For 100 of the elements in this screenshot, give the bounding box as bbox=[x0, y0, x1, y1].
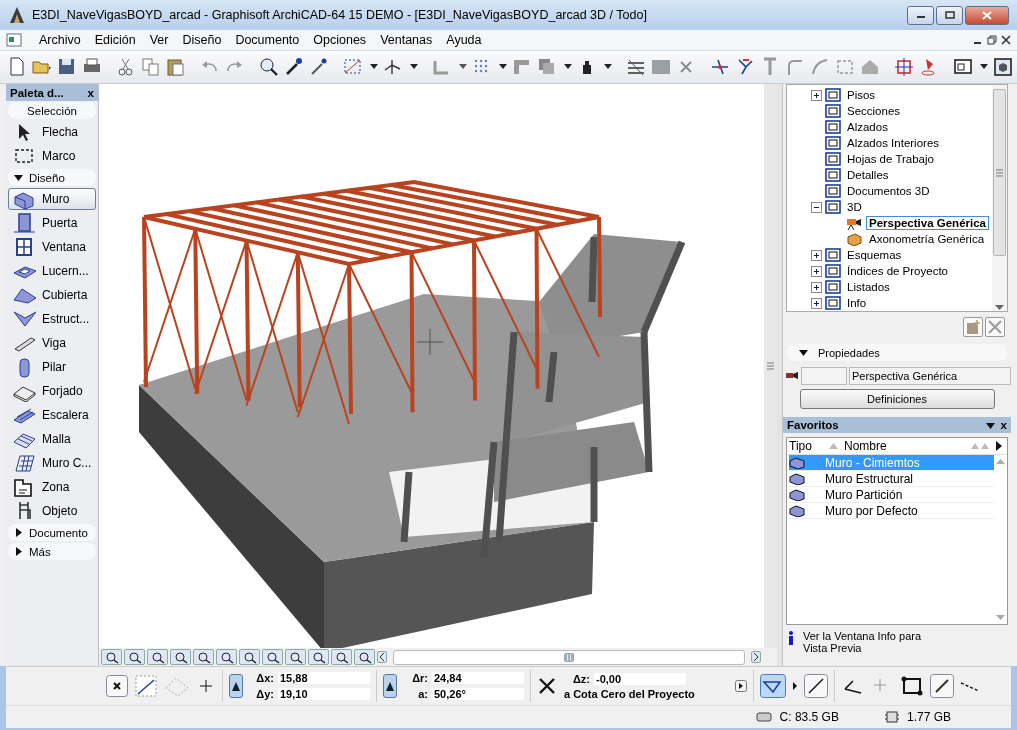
menu-item[interactable]: Archivo bbox=[32, 33, 88, 47]
tool-button[interactable]: Lucern... bbox=[8, 260, 96, 282]
disclosure-triangle-icon[interactable] bbox=[985, 420, 995, 430]
section-header[interactable]: Documento bbox=[8, 524, 96, 541]
expand-toggle[interactable] bbox=[811, 265, 822, 277]
tool-button[interactable]: Muro bbox=[8, 188, 96, 210]
tool-button[interactable]: Objeto bbox=[8, 500, 96, 522]
door-icon bbox=[13, 212, 36, 234]
new-view-icon[interactable] bbox=[963, 317, 983, 337]
zoom-icon[interactable] bbox=[258, 56, 280, 78]
tree-item[interactable]: Listados bbox=[844, 280, 893, 294]
section-label: Propiedades bbox=[818, 346, 880, 359]
close-button[interactable]: x bbox=[87, 86, 94, 99]
menu-item[interactable]: Opciones bbox=[306, 33, 374, 47]
view-type-icon bbox=[825, 120, 841, 134]
reference-level[interactable]: a Cota Cero del Proyecto bbox=[564, 688, 695, 700]
tree-item[interactable]: Alzados Interiores bbox=[844, 136, 943, 150]
menu-item[interactable]: Ventanas bbox=[373, 33, 440, 47]
coordinate-field[interactable]: 15,88 bbox=[278, 672, 370, 684]
tool-button[interactable]: Muro C... bbox=[8, 452, 96, 474]
tree-item[interactable]: Hojas de Trabajo bbox=[844, 152, 937, 166]
horizontal-scrollbar[interactable] bbox=[393, 649, 745, 665]
settings-button[interactable]: Definiciones bbox=[799, 389, 995, 409]
disclosure-triangle-icon bbox=[14, 547, 23, 556]
tree-item[interactable]: Alzados bbox=[844, 120, 891, 134]
section-header[interactable]: Diseño bbox=[8, 169, 96, 186]
tool-button[interactable]: Malla bbox=[8, 428, 96, 450]
view-type-icon bbox=[825, 264, 841, 278]
section-header[interactable]: Más bbox=[8, 543, 96, 560]
expand-toggle[interactable] bbox=[811, 201, 822, 213]
snap-selected-icon[interactable] bbox=[759, 674, 786, 698]
panel-title: Favoritos bbox=[787, 419, 840, 431]
rubber-band-icon[interactable] bbox=[134, 674, 158, 698]
expand-toggle[interactable] bbox=[811, 249, 822, 261]
name-field[interactable]: Perspectiva Genérica bbox=[849, 367, 1011, 385]
column-header[interactable]: Nombre bbox=[842, 439, 971, 453]
tree-item[interactable]: Axonometría Genérica bbox=[866, 232, 988, 246]
tree-item[interactable]: Perspectiva Genérica bbox=[866, 216, 989, 230]
restore-icon[interactable] bbox=[987, 35, 997, 45]
favorite-row[interactable]: Muro por Defecto bbox=[789, 503, 994, 519]
scroll-down-icon[interactable] bbox=[995, 305, 1004, 311]
coordinate-field[interactable]: 24,84 bbox=[432, 672, 524, 684]
favorite-name: Muro - Cimiemtos bbox=[825, 455, 920, 470]
minimize-button[interactable] bbox=[907, 5, 934, 25]
favorite-row[interactable]: Muro Estructural bbox=[789, 471, 994, 487]
measure-icon[interactable] bbox=[803, 674, 828, 698]
lock-toggle[interactable] bbox=[383, 674, 397, 698]
menu-item[interactable]: Edición bbox=[87, 33, 143, 47]
paste-icon[interactable] bbox=[165, 56, 187, 78]
tree-item[interactable]: Pisos bbox=[844, 88, 879, 102]
scroll-left-icon[interactable] bbox=[377, 651, 387, 663]
tree-item[interactable]: Documentos 3D bbox=[844, 184, 933, 198]
tool-button[interactable]: Escalera bbox=[8, 404, 96, 426]
tree-item[interactable]: 3D bbox=[844, 200, 865, 214]
coordinate-field[interactable]: 19,10 bbox=[278, 688, 370, 700]
maximize-button[interactable] bbox=[936, 5, 963, 25]
tool-button[interactable]: Forjado bbox=[8, 380, 96, 402]
menu-item[interactable]: Documento bbox=[228, 33, 307, 47]
cube-window-icon[interactable] bbox=[992, 56, 1014, 78]
expand-toggle[interactable] bbox=[811, 89, 822, 101]
tool-button[interactable]: Estruct... bbox=[8, 308, 96, 330]
scroll-right-icon[interactable] bbox=[751, 651, 761, 663]
tree-item[interactable]: Detalles bbox=[844, 168, 892, 182]
close-button[interactable]: x bbox=[1000, 419, 1007, 431]
menu-item[interactable]: Diseño bbox=[175, 33, 229, 47]
id-field[interactable] bbox=[801, 367, 847, 385]
menu-item[interactable]: Ayuda bbox=[439, 33, 489, 47]
tool-button[interactable]: Marco bbox=[8, 145, 96, 167]
tree-item[interactable]: Índices de Proyecto bbox=[844, 264, 951, 278]
intersect-square-icon[interactable] bbox=[893, 56, 915, 78]
tool-button[interactable]: Viga bbox=[8, 332, 96, 354]
tool-button[interactable]: Pilar bbox=[8, 356, 96, 378]
section-header[interactable]: Propiedades bbox=[787, 344, 1007, 361]
column-header[interactable]: Tipo bbox=[787, 439, 829, 453]
delete-icon[interactable] bbox=[985, 317, 1005, 337]
wall-icon bbox=[789, 504, 805, 517]
tree-item[interactable]: Esquemas bbox=[844, 248, 905, 262]
expand-toggle[interactable] bbox=[811, 281, 822, 293]
close-button[interactable] bbox=[965, 5, 1009, 25]
tool-button[interactable]: Ventana bbox=[8, 236, 96, 258]
tool-button[interactable]: Cubierta bbox=[8, 284, 96, 306]
coordinate-field[interactable]: -0,00 bbox=[594, 673, 686, 685]
section-label: Documento bbox=[29, 526, 88, 539]
close-icon bbox=[982, 10, 992, 20]
more-options-icon[interactable] bbox=[734, 680, 747, 692]
tool-button[interactable]: Puerta bbox=[8, 212, 96, 234]
lock-toggle[interactable] bbox=[229, 674, 243, 698]
favorite-row[interactable]: Muro Partición bbox=[789, 487, 994, 503]
tool-button[interactable]: Flecha bbox=[8, 121, 96, 143]
tool-button[interactable]: Zona bbox=[8, 476, 96, 498]
tree-item[interactable]: Secciones bbox=[844, 104, 904, 118]
close-icon[interactable] bbox=[1001, 35, 1011, 45]
tree-item[interactable]: Info bbox=[844, 296, 870, 310]
view-type-icon bbox=[825, 184, 841, 198]
menu-item[interactable]: Ver bbox=[142, 33, 176, 47]
next-column-icon[interactable] bbox=[995, 441, 1003, 451]
expand-toggle[interactable] bbox=[811, 297, 822, 309]
coordinate-field[interactable]: 50,26° bbox=[432, 688, 524, 700]
coordinate-label: Δx: bbox=[255, 672, 274, 684]
close-x-icon[interactable] bbox=[106, 675, 128, 697]
